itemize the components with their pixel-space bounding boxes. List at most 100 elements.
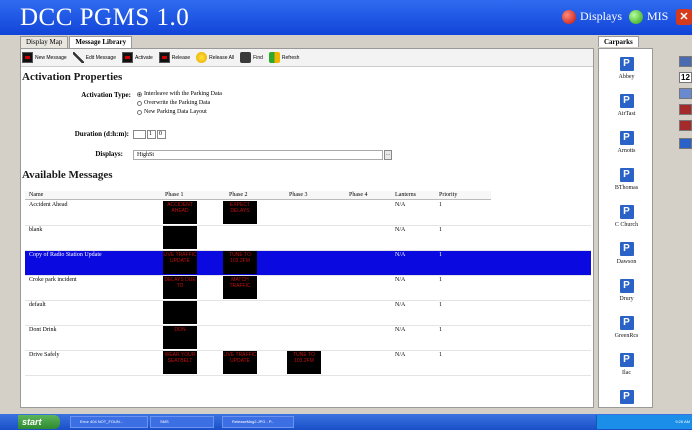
carpark-item[interactable]: P BThomas	[599, 168, 652, 191]
find-button[interactable]: Find	[240, 52, 263, 63]
duration-days-input[interactable]	[133, 130, 146, 139]
title-bar: DCC PGMS 1.0 Displays MIS ✕	[0, 0, 692, 35]
new-message-button[interactable]: New Message	[22, 52, 67, 63]
release-button[interactable]: Release	[158, 52, 190, 63]
parking-icon: P	[619, 205, 634, 219]
alert-thumb-icon[interactable]	[679, 104, 692, 115]
task-browser[interactable]: Error 404 NOT_FOUN...	[70, 416, 148, 428]
table-row[interactable]: Accident Ahead N/A 1 ACCIDENT AHEAD EXPECT D…	[25, 201, 591, 226]
col-phase-4[interactable]: Phase 4	[349, 192, 368, 198]
refresh-button[interactable]: Refresh	[268, 52, 299, 63]
carpark-name: Arnotts	[617, 148, 636, 154]
cell-priority: 1	[439, 202, 442, 208]
displays-button[interactable]: Displays	[562, 9, 622, 24]
duration-minutes-input[interactable]: 0	[157, 130, 166, 139]
col-phase-2[interactable]: Phase 2	[229, 192, 248, 198]
displays-picker-button[interactable]: …	[384, 150, 392, 160]
side-strip: 12	[658, 48, 692, 408]
radio-overwrite[interactable]: Overwrite the Parking Data	[137, 100, 210, 106]
close-icon[interactable]: ✕	[676, 9, 692, 25]
tab-message-library[interactable]: Message Library	[69, 36, 133, 48]
carpark-item[interactable]: P GreenRcs	[599, 316, 652, 339]
parking-icon: P	[619, 242, 634, 256]
col-phase-1[interactable]: Phase 1	[165, 192, 184, 198]
carpark-name: Ilac	[622, 370, 631, 376]
carpark-item[interactable]: P AirTast	[599, 94, 652, 117]
parking-icon: P	[619, 353, 634, 367]
carpark-name: C Church	[614, 222, 639, 228]
taskbar: start Error 404 NOT_FOUN... SMS ReleaseM…	[0, 414, 692, 430]
col-priority[interactable]: Priority	[439, 192, 457, 198]
parking-icon: P	[619, 390, 634, 404]
mis-button[interactable]: MIS	[629, 9, 668, 24]
binoculars-icon	[240, 52, 252, 63]
cell-priority: 1	[439, 227, 442, 233]
tab-display-map[interactable]: Display Map	[20, 36, 69, 48]
cell-lanterns: N/A	[395, 277, 406, 283]
cell-name: Dont Drink	[29, 327, 57, 333]
carpark-item[interactable]: P Jervis	[599, 390, 652, 407]
cell-name: blank	[29, 227, 43, 233]
toolbar: New Message Edit Message Activate Releas…	[21, 49, 593, 67]
task-sms[interactable]: SMS	[150, 416, 214, 428]
carpark-item[interactable]: P Ilac	[599, 353, 652, 376]
start-button[interactable]: start	[18, 415, 60, 429]
main-tabs: Display Map Message Library	[20, 36, 133, 48]
cell-lanterns: N/A	[395, 202, 406, 208]
alert-thumb-icon-2[interactable]	[679, 120, 692, 131]
carpark-item[interactable]: P Abbey	[599, 57, 652, 80]
radio-new-layout[interactable]: New Parking Data Layout	[137, 109, 207, 115]
col-name[interactable]: Name	[29, 192, 43, 198]
mis-icon	[629, 9, 643, 24]
side-number: 12	[679, 72, 692, 83]
radio-interleave[interactable]: Interleave with the Parking Data	[137, 91, 222, 97]
system-tray: 9:26 AM	[596, 415, 692, 429]
sign-preview-p1: LIVE TRAFFIC UPDATE	[163, 251, 197, 274]
table-row[interactable]: Drive Safely N/A 1 WEAR YOUR SEATBELT LIVE T…	[25, 351, 591, 376]
col-phase-3[interactable]: Phase 3	[289, 192, 308, 198]
carpark-item[interactable]: P Arnotts	[599, 131, 652, 154]
carpark-item[interactable]: P Drury	[599, 279, 652, 302]
radio-circle	[137, 91, 142, 97]
parking-thumb-icon[interactable]	[679, 138, 692, 149]
table-row[interactable]: blank N/A 1	[25, 226, 591, 251]
carpark-name: Drury	[619, 296, 634, 302]
table-row[interactable]: Copy of Radio Station Update N/A 1 LIVE TRA…	[25, 251, 591, 276]
sign-preview-p2: TUNE TO 103.2FM	[223, 251, 257, 274]
table-row[interactable]: Croke park incident N/A 1 DELAYS DUE TO MATC…	[25, 276, 591, 301]
cell-lanterns: N/A	[395, 327, 406, 333]
parking-icon: P	[619, 168, 634, 182]
table-row[interactable]: Dont Drink N/A 1 DON	[25, 326, 591, 351]
duration-hours-input[interactable]: 1	[147, 130, 156, 139]
task-paint[interactable]: ReleaseMsg2.JPG - P...	[222, 416, 294, 428]
cell-priority: 1	[439, 252, 442, 258]
sign-preview-p1: ACCIDENT AHEAD	[163, 201, 197, 224]
displays-input[interactable]: HighSt	[133, 150, 383, 160]
carpark-name: Abbey	[618, 74, 635, 80]
map-thumb-icon[interactable]	[679, 56, 692, 67]
edit-message-button[interactable]: Edit Message	[72, 52, 116, 63]
cell-priority: 1	[439, 277, 442, 283]
carpark-item[interactable]: P C Church	[599, 205, 652, 228]
cell-priority: 1	[439, 352, 442, 358]
release-all-button[interactable]: Release All	[196, 52, 234, 63]
sign-preview-p2: LIVE TRAFFIC UPDATE	[223, 351, 257, 374]
col-lanterns[interactable]: Lanterns	[395, 192, 416, 198]
table-row[interactable]: default N/A 1	[25, 301, 591, 326]
carpark-name: GreenRcs	[614, 333, 639, 339]
cell-name: Accident Ahead	[29, 202, 68, 208]
carpark-name: BThomas	[614, 185, 639, 191]
messages-table: Name Phase 1 Phase 2 Phase 3 Phase 4 Lan…	[25, 191, 591, 407]
displays-icon	[562, 9, 576, 24]
clock: 9:26 AM	[675, 419, 690, 424]
sign-preview-p1	[163, 226, 197, 249]
sign-thumb-icon[interactable]	[679, 88, 692, 99]
carpark-item[interactable]: P Dawson	[599, 242, 652, 265]
cell-priority: 1	[439, 302, 442, 308]
radio-circle	[137, 109, 142, 115]
cell-priority: 1	[439, 327, 442, 333]
activate-button[interactable]: Activate	[121, 52, 153, 63]
sign-preview-p1: DELAYS DUE TO	[163, 276, 197, 299]
tab-carparks[interactable]: Carparks	[598, 36, 639, 47]
cell-lanterns: N/A	[395, 302, 406, 308]
